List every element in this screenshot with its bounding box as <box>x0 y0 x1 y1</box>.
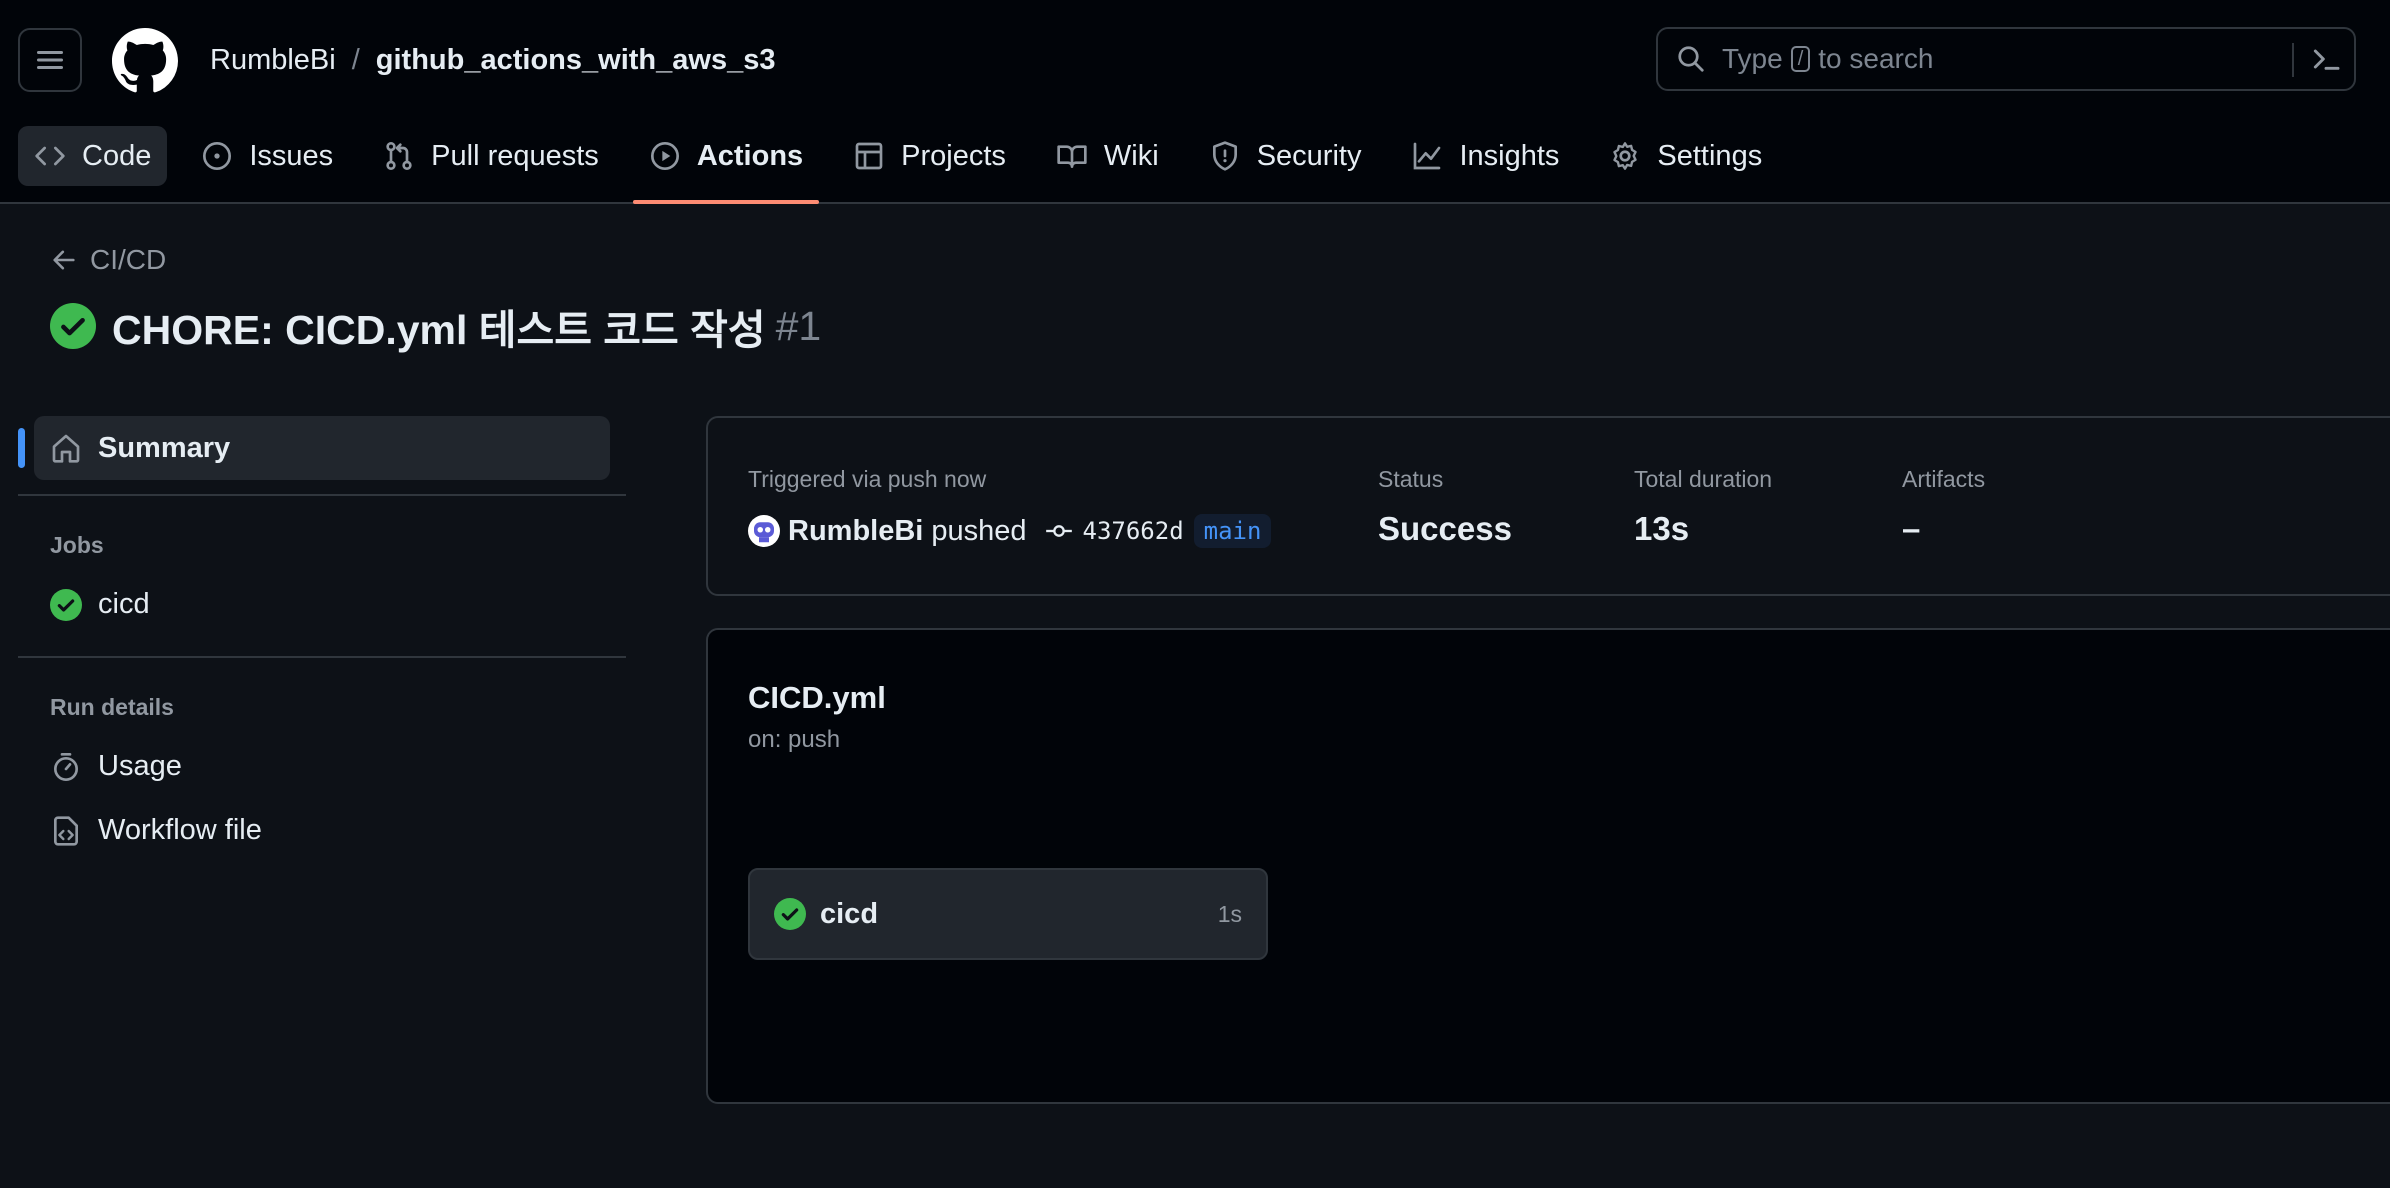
duration-label: Total duration <box>1634 466 1773 492</box>
check-circle-icon <box>50 303 96 349</box>
workflow-trigger: on: push <box>748 726 841 753</box>
job-duration: 1s <box>1217 900 1242 927</box>
search-shortcut-key: / <box>1790 46 1811 72</box>
command-palette-icon[interactable] <box>2310 43 2342 75</box>
artifacts-value: – <box>1902 510 1921 547</box>
commit-sha-link[interactable]: 437662d <box>1083 517 1184 545</box>
table-icon <box>855 142 883 170</box>
workflow-name: CICD.yml <box>748 680 886 715</box>
tab-code[interactable]: Code <box>18 126 168 186</box>
tab-settings-label: Settings <box>1657 139 1763 172</box>
tab-settings[interactable]: Settings <box>1593 126 1778 186</box>
issue-icon <box>203 142 232 170</box>
graph-icon <box>1414 142 1441 170</box>
tab-wiki[interactable]: Wiki <box>1040 126 1175 186</box>
sidebar-item-job-cicd[interactable]: cicd <box>50 588 150 621</box>
tab-actions[interactable]: Actions <box>632 126 820 204</box>
sidebar-item-label: Workflow file <box>98 814 262 846</box>
repo-name-link[interactable]: github_actions_with_aws_s3 <box>376 44 776 77</box>
status-label: Status <box>1378 466 1444 492</box>
check-circle-icon <box>774 898 806 930</box>
back-to-workflow-link[interactable]: CI/CD <box>50 244 166 276</box>
run-number: #1 <box>775 302 822 349</box>
tab-insights[interactable]: Insights <box>1395 126 1575 186</box>
run-summary-card: Triggered via push now RumbleBi pushed 4… <box>706 416 2390 596</box>
github-logo-icon[interactable] <box>112 28 178 94</box>
search-placeholder-suffix: to search <box>1818 43 1934 74</box>
commit-icon <box>1045 525 1072 537</box>
breadcrumb: RumbleBi / github_actions_with_aws_s3 <box>210 40 775 80</box>
tab-code-label: Code <box>82 139 152 172</box>
page-title: CHORE: CICD.yml 테스트 코드 작성 #1 <box>50 296 821 356</box>
artifacts-label: Artifacts <box>1902 466 1986 492</box>
tab-pull-requests-label: Pull requests <box>431 139 599 172</box>
tab-security[interactable]: Security <box>1193 126 1378 186</box>
sidebar-item-label: Summary <box>98 431 231 464</box>
sidebar-item-summary[interactable]: Summary <box>34 416 610 480</box>
tab-projects-label: Projects <box>901 139 1006 172</box>
avatar[interactable] <box>748 515 780 547</box>
tab-projects[interactable]: Projects <box>837 126 1022 186</box>
sidebar-divider <box>18 656 626 658</box>
back-link-label: CI/CD <box>90 244 167 275</box>
gear-icon <box>1613 142 1638 170</box>
check-circle-icon <box>50 588 82 621</box>
shield-icon <box>1212 141 1237 171</box>
user-avatar-icon <box>754 522 774 543</box>
job-name: cicd <box>820 897 879 930</box>
pull-request-icon <box>386 142 412 170</box>
book-icon <box>1057 145 1087 168</box>
hamburger-icon <box>37 51 63 69</box>
search-placeholder-prefix: Type <box>1722 43 1783 74</box>
tab-security-label: Security <box>1256 139 1362 172</box>
trigger-details: RumbleBi pushed 437662d main <box>748 514 1272 548</box>
active-indicator <box>18 428 25 468</box>
run-title-text: CHORE: CICD.yml 테스트 코드 작성 <box>112 307 766 353</box>
branch-badge[interactable]: main <box>1193 514 1272 548</box>
sidebar-item-workflow-file[interactable]: Workflow file <box>50 814 262 847</box>
tab-insights-label: Insights <box>1459 139 1560 172</box>
breadcrumb-separator: / <box>351 43 360 76</box>
jobs-heading: Jobs <box>50 532 104 558</box>
stopwatch-icon <box>54 752 78 781</box>
sidebar-item-label: cicd <box>98 588 150 620</box>
search-divider <box>2292 43 2294 77</box>
repo-nav: Code Issues Pull requests Actions Projec… <box>18 126 1796 204</box>
tab-issues-label: Issues <box>249 139 334 172</box>
workflow-graph-card: CICD.yml on: push cicd 1s <box>706 628 2390 1104</box>
code-icon <box>35 146 65 166</box>
repo-owner-link[interactable]: RumbleBi <box>210 44 336 77</box>
job-node-cicd[interactable]: cicd 1s <box>748 868 1268 960</box>
global-header: RumbleBi / github_actions_with_aws_s3 Ty… <box>0 0 2390 204</box>
tab-issues[interactable]: Issues <box>185 126 349 186</box>
sidebar-item-usage[interactable]: Usage <box>50 750 182 783</box>
user-link[interactable]: RumbleBi <box>788 515 923 548</box>
duration-value: 13s <box>1634 510 1690 547</box>
tab-pull-requests[interactable]: Pull requests <box>367 126 615 186</box>
arrow-left-icon <box>53 250 75 270</box>
home-icon <box>52 434 80 463</box>
play-icon <box>650 142 679 170</box>
trigger-label: Triggered via push now <box>748 466 987 492</box>
run-details-heading: Run details <box>50 694 174 720</box>
file-code-icon <box>54 815 78 846</box>
tab-actions-label: Actions <box>696 139 804 172</box>
search-input[interactable]: Type / to search <box>1656 27 2356 91</box>
sidebar-divider <box>18 494 626 496</box>
status-value: Success <box>1378 510 1512 547</box>
search-icon <box>1678 46 1704 72</box>
sidebar-item-label: Usage <box>98 750 182 782</box>
menu-button[interactable] <box>18 28 82 92</box>
tab-wiki-label: Wiki <box>1103 139 1159 172</box>
trigger-action: pushed <box>931 514 1027 547</box>
